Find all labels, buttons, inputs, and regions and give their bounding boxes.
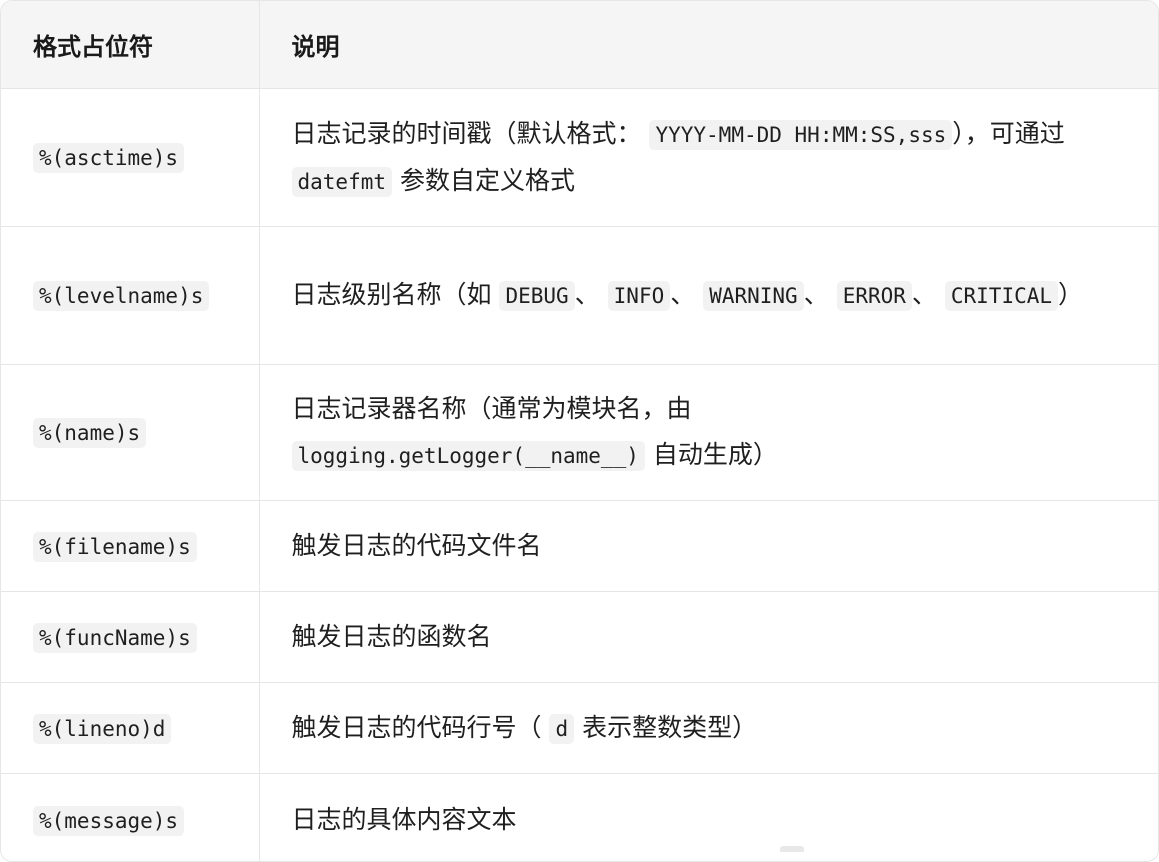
inline-code: WARNING <box>703 281 804 311</box>
description-text: 日志的具体内容文本 <box>292 805 517 834</box>
inline-code: CRITICAL <box>945 281 1058 311</box>
table-row: %(filename)s 触发日志的代码文件名 <box>1 501 1158 592</box>
table-row: %(name)s 日志记录器名称（通常为模块名，由 logging.getLog… <box>1 365 1158 501</box>
separator: 、 <box>804 280 829 309</box>
separator: 、 <box>670 280 695 309</box>
description-text: 触发日志的代码文件名 <box>292 531 542 560</box>
separator: 、 <box>575 280 600 309</box>
inline-code: logging.getLogger(__name__) <box>292 441 645 471</box>
placeholder-cell: %(lineno)d <box>1 683 259 774</box>
inline-code: ERROR <box>837 281 912 311</box>
table-row: %(levelname)s 日志级别名称（如 DEBUG、 INFO、 WARN… <box>1 227 1158 365</box>
placeholder-cell: %(name)s <box>1 365 259 501</box>
description-text: 日志级别名称（如 <box>292 280 492 309</box>
table-header-row: 格式占位符 说明 <box>1 1 1158 89</box>
placeholder-table: 格式占位符 说明 %(asctime)s 日志记录的时间戳（默认格式： YYYY… <box>1 1 1158 862</box>
scroll-indicator <box>780 846 804 852</box>
description-text: 触发日志的代码行号（ <box>292 713 542 742</box>
description-cell: 触发日志的代码文件名 <box>259 501 1158 592</box>
description-cell: 触发日志的代码行号（ d 表示整数类型） <box>259 683 1158 774</box>
table-row: %(message)s 日志的具体内容文本 <box>1 774 1158 862</box>
description-cell: 日志记录器名称（通常为模块名，由 logging.getLogger(__nam… <box>259 365 1158 501</box>
description-text: 自动生成） <box>653 440 778 469</box>
table-row: %(lineno)d 触发日志的代码行号（ d 表示整数类型） <box>1 683 1158 774</box>
separator: 、 <box>912 280 937 309</box>
table-row: %(funcName)s 触发日志的函数名 <box>1 592 1158 683</box>
placeholder-cell: %(message)s <box>1 774 259 862</box>
description-text: 日志记录器名称（通常为模块名，由 <box>292 394 692 423</box>
header-placeholder: 格式占位符 <box>1 1 259 89</box>
description-text: 触发日志的函数名 <box>292 622 492 651</box>
inline-code: d <box>549 714 574 744</box>
placeholder-cell: %(levelname)s <box>1 227 259 365</box>
inline-code: datefmt <box>292 167 393 197</box>
table-row: %(asctime)s 日志记录的时间戳（默认格式： YYYY-MM-DD HH… <box>1 89 1158 227</box>
description-text: ），可通过 <box>952 119 1065 148</box>
description-text: 日志记录的时间戳（默认格式： <box>292 119 642 148</box>
description-cell: 日志级别名称（如 DEBUG、 INFO、 WARNING、 ERROR、 CR… <box>259 227 1158 365</box>
header-description: 说明 <box>259 1 1158 89</box>
format-placeholder-table: 格式占位符 说明 %(asctime)s 日志记录的时间戳（默认格式： YYYY… <box>0 0 1159 862</box>
placeholder-cell: %(filename)s <box>1 501 259 592</box>
placeholder-code: %(levelname)s <box>33 281 209 311</box>
description-text: 参数自定义格式 <box>400 166 575 195</box>
placeholder-cell: %(funcName)s <box>1 592 259 683</box>
description-cell: 触发日志的函数名 <box>259 592 1158 683</box>
placeholder-code: %(asctime)s <box>33 143 184 173</box>
inline-code: DEBUG <box>499 281 574 311</box>
description-cell: 日志的具体内容文本 <box>259 774 1158 862</box>
description-text: 表示整数类型） <box>582 713 757 742</box>
inline-code: INFO <box>608 281 671 311</box>
placeholder-code: %(name)s <box>33 418 146 448</box>
placeholder-code: %(lineno)d <box>33 714 171 744</box>
description-cell: 日志记录的时间戳（默认格式： YYYY-MM-DD HH:MM:SS,sss），… <box>259 89 1158 227</box>
placeholder-code: %(message)s <box>33 806 184 836</box>
placeholder-code: %(funcName)s <box>33 623 197 653</box>
placeholder-cell: %(asctime)s <box>1 89 259 227</box>
inline-code: YYYY-MM-DD HH:MM:SS,sss <box>649 120 952 150</box>
description-text: ） <box>1058 280 1083 309</box>
placeholder-code: %(filename)s <box>33 532 197 562</box>
